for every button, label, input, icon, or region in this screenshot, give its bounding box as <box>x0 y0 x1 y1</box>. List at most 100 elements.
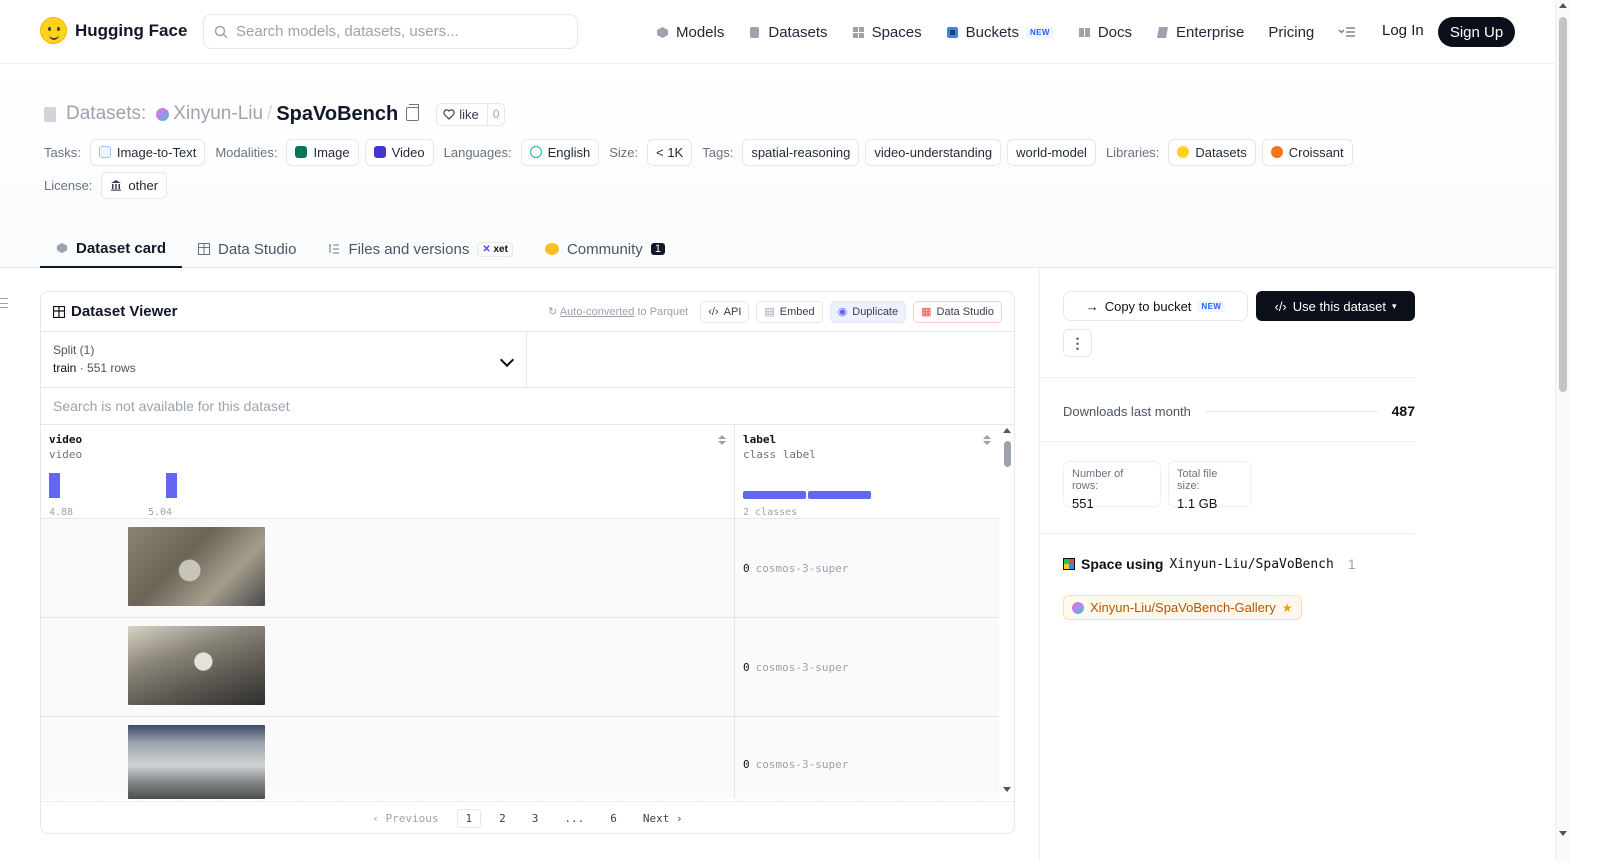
viewer-title-label: Dataset Viewer <box>71 303 178 320</box>
like-button[interactable]: like 0 <box>436 102 506 126</box>
api-button[interactable]: ‹/› API <box>700 300 750 323</box>
video-thumbnail[interactable] <box>128 725 265 799</box>
page-6-button[interactable]: 6 <box>602 810 625 827</box>
license-label: License: <box>44 177 93 193</box>
nav-buckets[interactable]: Buckets NEW <box>946 24 1054 41</box>
scroll-up-icon[interactable] <box>1559 3 1567 8</box>
brand-name: Hugging Face <box>75 20 188 40</box>
label-cell: 0 cosmos-3-super <box>735 519 999 617</box>
viewer-search-unavailable: Search is not available for this dataset <box>41 388 1014 425</box>
repo-name[interactable]: SpaVoBench <box>276 103 398 126</box>
like-label: like <box>459 106 479 122</box>
nav-more-menu[interactable] <box>1338 26 1356 38</box>
signup-button[interactable]: Sign Up <box>1438 17 1515 47</box>
nav-datasets[interactable]: Datasets <box>748 24 828 41</box>
tag-library-datasets-label: Datasets <box>1195 144 1247 160</box>
tag-size[interactable]: < 1K <box>647 138 693 166</box>
class-bar <box>808 491 871 499</box>
tag-library-croissant[interactable]: Croissant <box>1261 138 1353 166</box>
scroll-thumb[interactable] <box>1004 441 1011 467</box>
tag-language[interactable]: English <box>520 138 600 166</box>
top-nav: Hugging Face Models Datasets Spaces Buck… <box>0 0 1555 64</box>
tag-modality-video[interactable]: Video <box>364 138 434 166</box>
repo-tabs: Dataset card Data Studio Files and versi… <box>40 230 681 268</box>
scroll-down-icon[interactable] <box>1559 831 1567 836</box>
table-row[interactable]: 0 cosmos-3-super <box>41 717 1014 799</box>
sort-icon[interactable] <box>983 435 991 447</box>
divider <box>1040 533 1415 534</box>
video-thumbnail[interactable] <box>128 527 265 606</box>
table-row[interactable]: 0 cosmos-3-super <box>41 519 1014 618</box>
video-thumbnail[interactable] <box>128 626 265 705</box>
scroll-up-icon[interactable] <box>1003 428 1011 433</box>
tag-spatial-reasoning[interactable]: spatial-reasoning <box>742 138 860 166</box>
table-scrollbar[interactable] <box>999 425 1014 800</box>
page-1-button[interactable]: 1 <box>456 808 482 828</box>
nav-spaces[interactable]: Spaces <box>852 24 922 41</box>
column-name: label <box>743 433 777 446</box>
tag-license[interactable]: other <box>101 171 168 199</box>
duplicate-button[interactable]: ◉ Duplicate <box>829 300 907 323</box>
spaces-using-heading: Space using Xinyun-Liu/SpaVoBench 1 <box>1063 556 1356 572</box>
data-studio-button[interactable]: ▦ Data Studio <box>913 300 1002 323</box>
nav-docs[interactable]: Docs <box>1078 24 1132 41</box>
global-search[interactable] <box>203 14 578 49</box>
pagination: ‹ Previous 1 2 3 ... 6 Next › <box>41 801 1014 833</box>
page-scrollbar[interactable] <box>1555 0 1570 861</box>
next-page-button[interactable]: Next › <box>635 810 691 827</box>
brand-logo[interactable]: Hugging Face <box>40 17 187 44</box>
new-badge: NEW <box>1025 26 1054 38</box>
page-3-button[interactable]: 3 <box>524 810 547 827</box>
tab-dataset-card-label: Dataset card <box>76 239 167 257</box>
tag-video-understanding[interactable]: video-understanding <box>865 138 1002 166</box>
tab-community[interactable]: Community 1 <box>529 230 681 268</box>
toc-toggle-icon[interactable] <box>0 298 8 308</box>
repo-type[interactable]: Datasets: <box>66 103 146 125</box>
tab-data-studio[interactable]: Data Studio <box>182 230 312 268</box>
nav-pricing[interactable]: Pricing <box>1268 24 1314 41</box>
copy-to-bucket-label: Copy to bucket <box>1104 298 1192 314</box>
nav-enterprise[interactable]: Enterprise <box>1156 24 1244 41</box>
use-this-dataset-button[interactable]: ‹/› Use this dataset ▾ <box>1256 291 1415 321</box>
spaces-icon <box>1063 558 1075 570</box>
tag-modality-image[interactable]: Image <box>286 138 359 166</box>
tag-task-label: Image-to-Text <box>116 144 197 160</box>
scroll-down-icon[interactable] <box>1003 787 1011 792</box>
repo-owner[interactable]: Xinyun-Liu <box>173 103 263 125</box>
auto-converted-link[interactable]: Auto-converted <box>560 306 635 318</box>
languages-label: Languages: <box>443 144 512 160</box>
hugging-face-icon <box>1177 146 1190 158</box>
nav-models-label: Models <box>676 23 725 41</box>
histogram-tick: 5.04 <box>148 507 173 518</box>
table-row[interactable]: 0 cosmos-3-super <box>41 618 1014 717</box>
tag-library-datasets[interactable]: Datasets <box>1168 138 1256 166</box>
star-icon: ★ <box>1281 600 1293 615</box>
space-link[interactable]: Xinyun-Liu/SpaVoBench-Gallery ★ <box>1063 595 1302 620</box>
tag-world-model[interactable]: world-model <box>1007 138 1096 166</box>
scroll-thumb[interactable] <box>1559 17 1567 392</box>
split-selector[interactable]: Split (1) train · 551 rows <box>41 332 527 387</box>
page-2-button[interactable]: 2 <box>491 810 514 827</box>
image-to-text-icon <box>98 146 111 158</box>
tab-files-and-versions[interactable]: Files and versions ✕ xet <box>312 230 529 268</box>
copy-to-bucket-button[interactable]: → Copy to bucket NEW <box>1063 291 1248 321</box>
license-row: License: other <box>44 171 173 199</box>
sort-icon[interactable] <box>718 435 726 447</box>
previous-page-button[interactable]: ‹ Previous <box>364 810 446 827</box>
column-header-video[interactable]: video video 4.88 5.04 <box>41 425 735 518</box>
tab-dataset-card[interactable]: Dataset card <box>40 230 183 268</box>
label-cell: 0 cosmos-3-super <box>735 717 999 799</box>
nav-buckets-label: Buckets <box>965 23 1019 41</box>
book-icon <box>1078 27 1090 37</box>
copy-icon[interactable] <box>406 104 420 121</box>
column-name: video <box>49 433 83 446</box>
column-header-label[interactable]: label class label 2 classes <box>735 425 999 518</box>
embed-button[interactable]: ▤ Embed <box>756 300 823 323</box>
sidebar-divider <box>1039 268 1040 861</box>
tag-task[interactable]: Image-to-Text <box>89 138 206 166</box>
nav-models[interactable]: Models <box>656 24 724 41</box>
new-badge: NEW <box>1197 300 1226 312</box>
login-link[interactable]: Log In <box>1382 22 1424 39</box>
search-input[interactable] <box>236 23 556 40</box>
more-options-button[interactable]: ⋮ <box>1063 329 1092 357</box>
